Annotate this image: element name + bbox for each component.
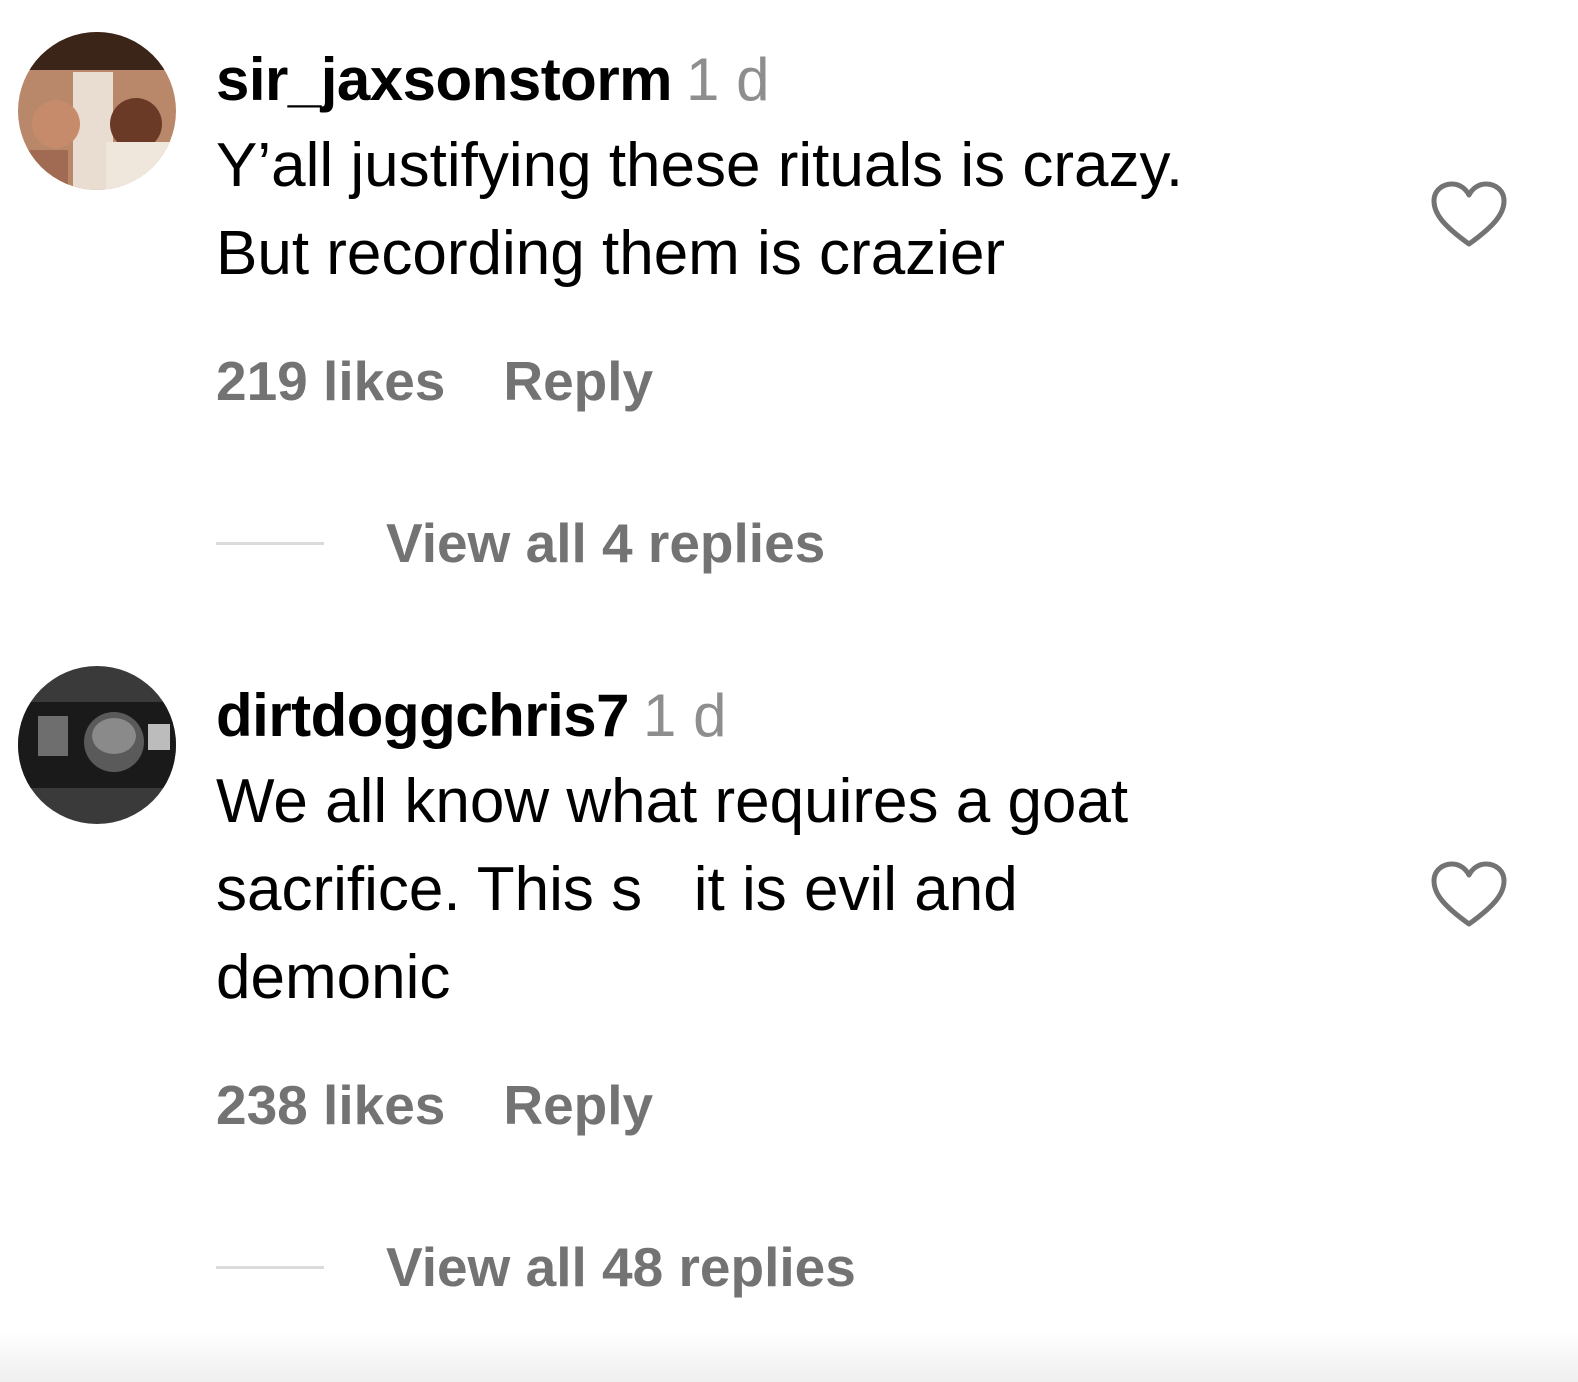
comment-text: Y’all justifying these rituals is crazy.… <box>216 131 1184 288</box>
replies-divider <box>216 542 324 545</box>
avatar[interactable] <box>18 32 176 190</box>
timestamp: 1 d <box>643 682 727 749</box>
view-replies-label: View all 4 replies <box>386 512 826 574</box>
comment-actions: 238 likes Reply <box>216 1078 653 1133</box>
username[interactable]: dirtdoggchris7 <box>216 682 630 749</box>
avatar[interactable] <box>18 666 176 824</box>
reply-button[interactable]: Reply <box>503 350 653 412</box>
comment-actions: 219 likes Reply <box>216 354 653 409</box>
timestamp: 1 d <box>686 46 770 113</box>
comment-text: We all know what requires a goat sacrifi… <box>216 767 1129 1012</box>
view-replies-button[interactable]: View all 4 replies <box>216 516 825 571</box>
view-replies-button[interactable]: View all 48 replies <box>216 1240 856 1295</box>
bottom-fade <box>0 1332 1578 1382</box>
username[interactable]: sir_jaxsonstorm <box>216 46 673 113</box>
likes-count[interactable]: 219 likes <box>216 350 445 412</box>
view-replies-label: View all 48 replies <box>386 1236 856 1298</box>
reply-button[interactable]: Reply <box>503 1074 653 1136</box>
heart-outline-icon[interactable] <box>1430 180 1508 250</box>
comment-header: sir_jaxsonstorm 1 d <box>216 50 769 110</box>
heart-outline-icon[interactable] <box>1430 860 1508 930</box>
replies-divider <box>216 1266 324 1269</box>
likes-count[interactable]: 238 likes <box>216 1074 445 1136</box>
comment-header: dirtdoggchris7 1 d <box>216 686 726 746</box>
